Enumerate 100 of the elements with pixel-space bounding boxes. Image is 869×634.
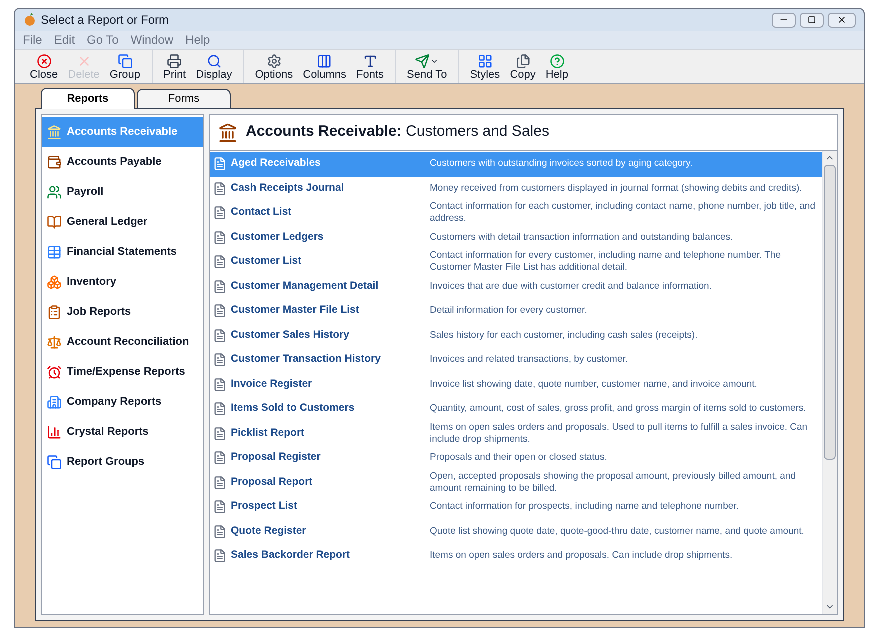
magnifier-icon <box>206 54 222 69</box>
document-icon <box>213 451 227 466</box>
report-row[interactable]: Customer Master File List Detail information for every customer. <box>210 299 822 324</box>
document-icon <box>213 157 227 172</box>
document-icon <box>213 402 227 416</box>
report-row[interactable]: Sales Backorder Report Items on open sales orders and proposals. Can include drop shipments. <box>210 544 822 568</box>
category-item[interactable]: Financial Statements <box>42 237 203 267</box>
report-row[interactable]: Items Sold to Customers Quantity, amount, cost of sales, gross profit, and gross margin of items sold to customers. <box>210 397 822 422</box>
document-icon <box>213 426 227 441</box>
report-description: Proposals and their open or closed status. <box>430 452 608 464</box>
category-item[interactable]: Company Reports <box>42 387 203 417</box>
tab[interactable]: Forms <box>137 89 231 108</box>
people-icon <box>47 184 62 200</box>
category-item[interactable]: Accounts Payable <box>42 147 203 177</box>
clipboard-icon <box>47 304 62 320</box>
gear-icon <box>266 54 282 69</box>
category-item[interactable]: Report Groups <box>42 447 203 477</box>
category-item[interactable]: Payroll <box>42 177 203 207</box>
close-icon <box>837 15 847 25</box>
report-row[interactable]: Customer Management Detail Invoices that are due with customer credit and balance information. <box>210 274 822 299</box>
menu-item[interactable]: Window <box>130 31 174 49</box>
columns-icon <box>317 54 332 69</box>
report-row[interactable]: Customer List Contact information for every customer, including name and telephone number. The Customer Master File List has additional detail. <box>210 250 822 274</box>
maximize-icon <box>808 16 816 24</box>
report-name: Items Sold to Customers <box>230 401 356 416</box>
report-row[interactable]: Cash Receipts Journal Money received from customers displayed in journal format (showing debits and credits). <box>210 176 822 201</box>
document-icon <box>213 280 227 294</box>
document-icon <box>213 206 227 220</box>
report-description: Invoices and related transactions, by customer. <box>430 354 630 366</box>
report-name: Cash Receipts Journal <box>230 180 346 196</box>
report-row[interactable]: Proposal Register Proposals and their open or closed status. <box>210 446 822 470</box>
report-name: Quote Register <box>230 524 308 539</box>
fruit-logo-icon <box>23 13 37 27</box>
document-icon <box>213 476 227 490</box>
category-item[interactable]: Inventory <box>42 267 203 297</box>
toolbar-button[interactable]: Display <box>193 54 236 81</box>
report-name: Aged Receivables <box>230 156 322 172</box>
report-description: Contact information for each customer, including contact name, phone number, job title, and address. <box>430 201 817 226</box>
report-description: Items on open sales orders and proposals. Used to pull items to fulfill a sales invoice. Can include drop shipments. <box>430 422 809 446</box>
close-button[interactable] <box>828 12 856 28</box>
report-row[interactable]: Contact List Contact information for each customer, including contact name, phone number, job title, and address. <box>210 201 822 226</box>
category-item[interactable]: Time/Expense Reports <box>42 357 203 387</box>
report-description: Contact information for prospects, including name and telephone number. <box>430 501 740 514</box>
tab[interactable]: Reports <box>41 88 135 109</box>
report-row[interactable]: Customer Sales History Sales history for each customer, including cash sales (receipts). <box>210 324 822 348</box>
category-item[interactable]: Account Reconciliation <box>42 327 203 357</box>
report-row[interactable]: Prospect List Contact information for prospects, including name and telephone number. <box>210 495 822 520</box>
report-description: Customers with outstanding invoices sorted by aging category. <box>430 158 694 170</box>
copy-icon <box>516 54 531 69</box>
report-description: Detail information for every customer. <box>430 305 588 318</box>
toolbar-button[interactable]: Fonts <box>354 54 388 81</box>
report-row[interactable]: Quote Register Quote list showing quote date, quote-good-thru date, customer name, and quote amount. <box>210 520 822 544</box>
report-name: Picklist Report <box>230 426 306 441</box>
printer-icon <box>167 54 182 69</box>
scroll-thumb[interactable] <box>824 165 836 460</box>
toolbar-button[interactable]: Options <box>252 54 296 81</box>
window-title: Select a Report or Form <box>41 12 170 29</box>
report-name: Invoice Register <box>230 376 314 392</box>
report-row[interactable]: Proposal Report Open, accepted proposals showing the proposal amount, previously billed amount, and amount remaining to be billed. <box>210 470 822 495</box>
report-description: Money received from customers displayed in journal format (showing debits and credits). <box>430 182 804 195</box>
report-row[interactable]: Picklist Report Items on open sales orders and proposals. Used to pull items to fulfill a sales invoice. Can include drop shipments. <box>210 422 822 446</box>
report-name: Prospect List <box>230 499 299 514</box>
toolbar-button[interactable]: Styles <box>467 54 504 81</box>
report-description: Open, accepted proposals showing the proposal amount, previously billed amount, and amount remaining to be billed. <box>430 470 797 495</box>
toolbar-button[interactable]: Close <box>27 54 62 81</box>
report-name: Customer Transaction History <box>230 352 382 368</box>
category-item[interactable]: Crystal Reports <box>42 417 203 447</box>
caret-icon <box>430 57 440 66</box>
menu-item[interactable]: Help <box>186 31 210 49</box>
document-icon <box>213 230 227 245</box>
letter-icon <box>362 54 378 69</box>
report-description: Items on open sales orders and proposals. Can include drop shipments. <box>430 550 734 562</box>
help-icon <box>550 54 565 69</box>
category-item[interactable]: Job Reports <box>42 297 203 327</box>
toolbar-button[interactable]: Print <box>160 54 190 81</box>
document-icon <box>213 524 227 539</box>
menu-item[interactable]: Edit <box>54 31 76 49</box>
toolbar-button[interactable]: Group <box>106 54 144 81</box>
panel-title: Accounts Receivable: Customers and Sales <box>246 122 550 142</box>
document-icon <box>213 304 227 318</box>
document-icon <box>213 328 227 343</box>
category-item[interactable]: General Ledger <box>42 207 203 237</box>
toolbar-button[interactable]: Copy <box>507 54 539 81</box>
menu-item[interactable]: File <box>23 31 42 49</box>
maximize-button[interactable] <box>800 12 824 28</box>
menu-item[interactable]: Go To <box>87 31 119 49</box>
toolbar-button[interactable]: Help <box>542 54 572 81</box>
close-icon <box>36 54 52 69</box>
toolbar-button[interactable]: Send To <box>404 54 450 81</box>
report-row[interactable]: Customer Ledgers Customers with detail transaction information and outstanding balances. <box>210 226 822 250</box>
toolbar-button[interactable]: Columns <box>300 54 350 81</box>
report-description: Customers with detail transaction information and outstanding balances. <box>430 232 734 244</box>
report-name: Sales Backorder Report <box>230 548 352 564</box>
scrollbar[interactable] <box>822 151 837 614</box>
document-icon <box>213 378 227 392</box>
report-row[interactable]: Invoice Register Invoice list showing date, quote number, customer name, and invoice amount. <box>210 372 822 397</box>
report-row[interactable]: Customer Transaction History Invoices and related transactions, by customer. <box>210 348 822 372</box>
building-icon <box>47 394 62 410</box>
report-description: Invoices that are due with customer credit and balance information. <box>430 280 713 293</box>
alarm-clock-icon <box>47 364 62 380</box>
